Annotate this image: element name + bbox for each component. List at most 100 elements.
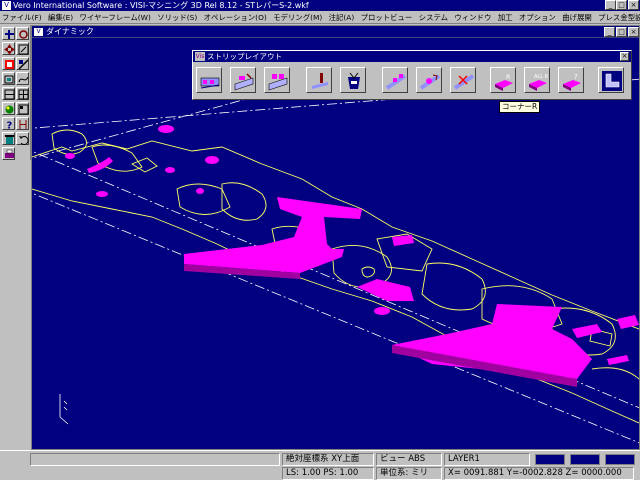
menu-modeling[interactable]: モデリング(M) <box>271 11 324 23</box>
status-message <box>30 453 280 466</box>
3d-viewport[interactable] <box>32 39 639 449</box>
zoom-icon <box>5 60 14 69</box>
strip-delete-icon <box>453 74 475 90</box>
tool-fit-button[interactable] <box>16 57 29 70</box>
tool-curve-button[interactable] <box>16 72 29 85</box>
vis-logo-icon: Vis <box>195 52 205 61</box>
corner-shape-icon <box>602 71 622 91</box>
corner-shape-button[interactable] <box>598 67 624 93</box>
svg-text:?: ? <box>7 121 13 131</box>
menu-annotation[interactable]: 注記(A) <box>327 11 357 23</box>
strip-layout-toolbar: Vis ストリップレイアウト × R ALL R ? <box>192 50 632 100</box>
part-slug-5 <box>205 156 219 164</box>
ls-ps-field: LS: 1.00 PS: 1.00 <box>282 467 374 480</box>
left-toolbar: ? <box>0 25 31 160</box>
undo-icon <box>19 136 29 145</box>
menu-options[interactable]: オプション <box>517 11 558 23</box>
curve-icon <box>18 76 29 83</box>
tool-help-button[interactable]: ? <box>2 117 15 130</box>
question-icon: ? <box>7 121 13 131</box>
units-field[interactable]: 単位系: ミリ <box>376 467 442 480</box>
part-slug-9 <box>374 307 390 315</box>
minimize-button[interactable]: _ <box>605 0 616 10</box>
menu-edit[interactable]: 編集(E) <box>46 11 75 23</box>
tool-undo-button[interactable] <box>16 132 29 145</box>
doc-minimize-button[interactable]: _ <box>604 27 615 37</box>
tool-view-button[interactable] <box>16 102 29 115</box>
strip-definition-button[interactable] <box>196 67 222 93</box>
menu-system[interactable]: システム <box>417 11 450 23</box>
layer-field[interactable]: LAYER1 <box>444 453 530 466</box>
color-palette-icon <box>5 105 14 114</box>
app-title-bar: V Vero International Software : VISI-マシニ… <box>0 0 640 11</box>
select-icon <box>18 44 29 55</box>
tool-zoom-button[interactable] <box>2 57 15 70</box>
query-label: ? <box>574 73 578 81</box>
menu-bending[interactable]: 曲げ展開 <box>560 11 594 23</box>
strip-move-button[interactable] <box>382 67 408 93</box>
close-button[interactable]: × <box>628 0 639 10</box>
tool-bucket-button[interactable] <box>340 67 366 93</box>
pan-icon <box>5 30 14 39</box>
doc-maximize-button[interactable]: □ <box>616 27 627 37</box>
corner-r-tooltip: コーナーR <box>499 101 541 113</box>
all-r-button[interactable]: ALL R <box>524 67 550 93</box>
strip-rotate-icon <box>419 74 441 90</box>
tool-print-button[interactable] <box>2 147 15 160</box>
query-button[interactable]: ? <box>558 67 584 93</box>
viewport-background <box>32 39 639 449</box>
menu-operation[interactable]: オペレーション(O) <box>202 11 269 23</box>
tool-delete-button[interactable] <box>2 132 15 145</box>
tool-box-button[interactable] <box>2 72 15 85</box>
tool-pan-button[interactable] <box>2 27 15 40</box>
strip-copy-icon <box>268 74 288 91</box>
tool-color-button[interactable] <box>2 102 15 115</box>
menu-wireframe[interactable]: ワイヤーフレーム(W) <box>78 11 153 23</box>
maximize-button[interactable]: □ <box>616 0 627 10</box>
tool-layer-button[interactable] <box>2 87 15 100</box>
strip-move-icon <box>385 74 407 90</box>
strip-layout-close-button[interactable]: × <box>620 52 629 61</box>
strip-copy-button[interactable] <box>264 67 290 93</box>
coord-system-field[interactable]: 絶対座標系 XY上面 <box>282 453 374 466</box>
print-icon <box>5 149 14 158</box>
strip-definition-icon <box>200 77 220 89</box>
menu-bar: ファイル(F) 編集(E) ワイヤーフレーム(W) ソリッド(S) オペレーショ… <box>0 11 640 24</box>
strip-delete-button[interactable] <box>450 67 476 93</box>
tool-measure-button[interactable] <box>16 117 29 130</box>
all-r-icon: ALL R <box>529 74 549 91</box>
tool-select-button[interactable] <box>16 42 29 55</box>
strip-rotate-button[interactable] <box>416 67 442 93</box>
strip-layout-title-bar[interactable]: Vis ストリップレイアウト × <box>193 51 631 62</box>
view-field[interactable]: ビュー ABS <box>376 453 442 466</box>
status-indicator-1 <box>535 454 565 465</box>
menu-machining[interactable]: 加工 <box>496 11 515 23</box>
punch-insert-icon <box>312 73 328 89</box>
fit-icon <box>18 59 29 70</box>
query-icon: ? <box>563 73 581 91</box>
all-r-label: ALL R <box>534 74 549 80</box>
cursor-coordinates: X= 0091.881 Y=-0002.828 Z= 0000.000 <box>444 467 634 480</box>
corner-r-button[interactable]: R <box>490 67 516 93</box>
tool-move-button[interactable] <box>2 42 15 55</box>
document-window: V ダイナミック _ □ × Vis ストリップレイアウト × R ALL R … <box>31 25 640 450</box>
menu-window[interactable]: ウィンドウ <box>452 11 493 23</box>
move-icon <box>4 44 15 55</box>
measure-icon <box>19 120 27 129</box>
menu-plot-view[interactable]: プロットビュー <box>359 11 415 23</box>
view-icon <box>18 104 29 115</box>
doc-close-button[interactable]: × <box>628 27 639 37</box>
strip-edit-button[interactable] <box>230 67 256 93</box>
vero-doc-icon: V <box>34 28 43 36</box>
menu-file[interactable]: ファイル(F) <box>0 11 44 23</box>
menu-solid[interactable]: ソリッド(S) <box>155 11 199 23</box>
tool-rotate-button[interactable] <box>16 27 29 40</box>
menu-press-die[interactable]: プレス金型設計 <box>596 11 640 23</box>
document-title-bar: V ダイナミック <box>32 26 639 38</box>
part-slug-1 <box>158 125 174 133</box>
box-icon <box>4 75 14 84</box>
part-slug-4 <box>96 191 108 197</box>
tool-grid-button[interactable] <box>16 87 29 100</box>
punch-insert-button[interactable] <box>306 67 332 93</box>
part-slug-7 <box>196 188 204 194</box>
